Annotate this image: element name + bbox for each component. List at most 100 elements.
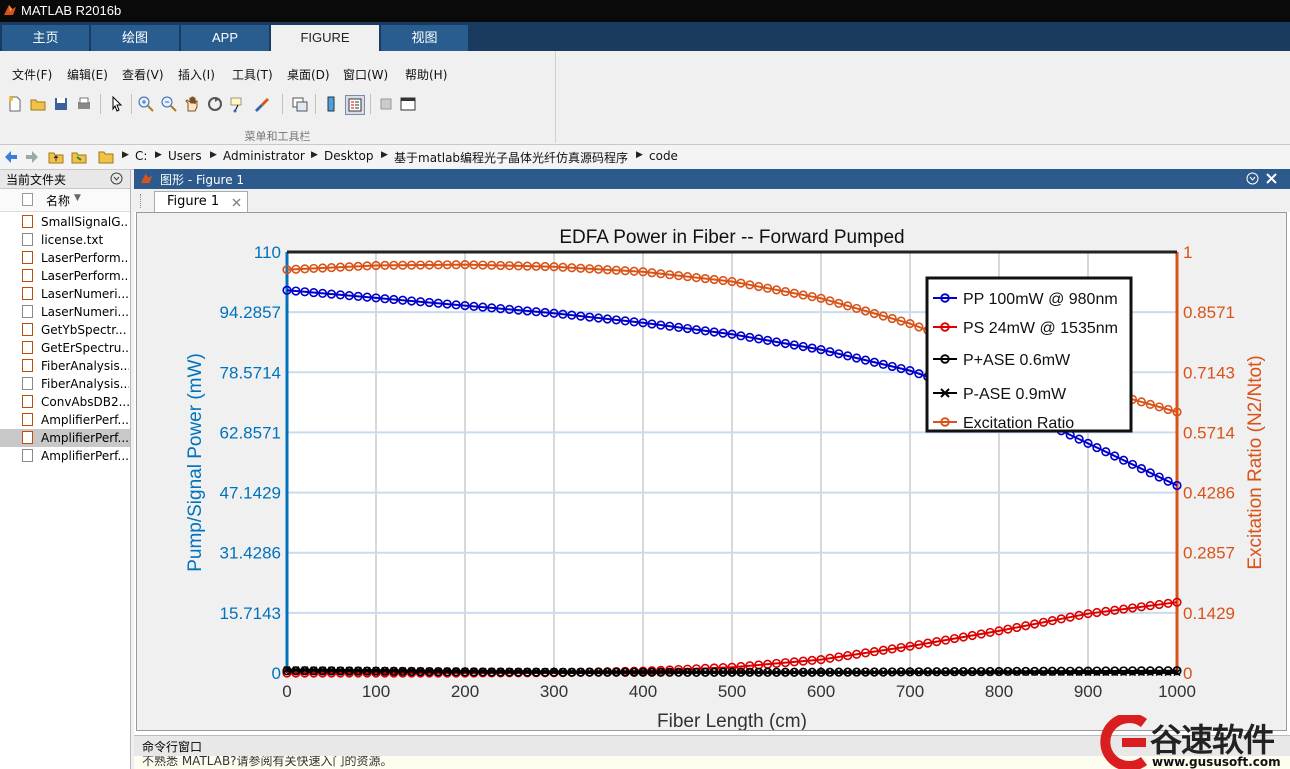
current-folder-panel: 当前文件夹 名称 ▼ SmallSignalG... license.txt Las… <box>0 170 131 769</box>
x-tick-label: 300 <box>540 682 568 701</box>
file-row[interactable]: AmplifierPerf... <box>0 411 130 429</box>
panel-menu-icon[interactable] <box>1246 172 1259 185</box>
breadcrumb-drive[interactable]: C: <box>135 149 147 163</box>
legend-entry-label: PS 24mW @ 1535nm <box>963 320 1118 337</box>
y-right-tick-label: 1 <box>1183 243 1192 262</box>
file-row[interactable]: FiberAnalysis.... <box>0 357 130 375</box>
x-tick-label: 700 <box>896 682 924 701</box>
y-tick-label: 62.8571 <box>220 423 281 442</box>
x-tick-label: 1000 <box>1158 682 1196 701</box>
file-row[interactable]: GetYbSpectr... <box>0 321 130 339</box>
tab-close-icon[interactable] <box>232 198 241 207</box>
matlab-file-icon <box>22 323 33 336</box>
forward-arrow-icon[interactable] <box>24 149 40 165</box>
menu-edit[interactable]: 编辑(E) <box>67 66 108 83</box>
new-file-icon[interactable] <box>6 95 24 113</box>
zoom-out-icon[interactable] <box>160 95 178 113</box>
data-cursor-icon[interactable] <box>229 95 247 113</box>
breadcrumb-users[interactable]: Users <box>168 149 202 163</box>
file-name: FiberAnalysis.... <box>41 359 129 373</box>
file-row[interactable]: LaserPerform... <box>0 249 130 267</box>
x-tick-label: 800 <box>985 682 1013 701</box>
tab-plots[interactable]: 绘图 <box>91 25 179 51</box>
y-right-tick-label: 0.5714 <box>1183 423 1235 442</box>
file-row[interactable]: LaserPerform... <box>0 267 130 285</box>
rotate-icon[interactable] <box>206 95 224 113</box>
file-name: AmplifierPerf... <box>41 413 129 427</box>
panel-menu-icon[interactable] <box>110 172 123 185</box>
menu-tools[interactable]: 工具(T) <box>232 66 273 83</box>
y-tick-label: 78.5714 <box>220 363 281 382</box>
address-bar: ▶ C: ▶ Users ▶ Administrator ▶ Desktop ▶… <box>0 145 1290 170</box>
zoom-in-icon[interactable] <box>137 95 155 113</box>
print-icon[interactable] <box>75 95 93 113</box>
y-right-axis-label: Excitation Ratio (N2/Ntot) <box>1245 355 1266 569</box>
matlab-file-icon <box>22 359 33 372</box>
file-row[interactable]: LaserNumeri... <box>0 303 130 321</box>
y-tick-label: 110 <box>254 243 281 262</box>
file-name: SmallSignalG... <box>41 215 129 229</box>
breadcrumb-project[interactable]: 基于matlab编程光子晶体光纤仿真源码程序 <box>394 149 628 166</box>
save-icon[interactable] <box>52 95 70 113</box>
menu-window[interactable]: 窗口(W) <box>343 66 388 83</box>
y-axis-label: Pump/Signal Power (mW) <box>185 353 206 572</box>
pointer-icon[interactable] <box>108 95 126 113</box>
file-row[interactable]: license.txt <box>0 231 130 249</box>
link-icon[interactable] <box>291 95 309 113</box>
x-tick-label: 200 <box>451 682 479 701</box>
edfa-chart[interactable]: 0 100 200 300 400 500 600 700 800 900 1000015.7143… <box>137 213 1286 732</box>
file-row[interactable]: LaserNumeri... <box>0 285 130 303</box>
menu-toolbar-group: 文件(F) 编辑(E) 查看(V) 插入(I) 工具(T) 桌面(D) 窗口(W… <box>0 51 556 143</box>
watermark-url: www.gususoft.com <box>1152 755 1281 769</box>
hide-tools-icon[interactable] <box>377 95 395 113</box>
y-tick-label: 15.7143 <box>220 604 281 623</box>
y-right-tick-label: 0.1429 <box>1183 604 1235 623</box>
brush-icon[interactable] <box>252 95 270 113</box>
menu-desktop[interactable]: 桌面(D) <box>287 66 330 83</box>
file-row[interactable]: ConvAbsDB2... <box>0 393 130 411</box>
y-right-tick-label: 0 <box>1183 664 1192 683</box>
text-file-icon <box>22 377 33 390</box>
pan-icon[interactable] <box>183 95 201 113</box>
file-name: GetYbSpectr... <box>41 323 127 337</box>
back-arrow-icon[interactable] <box>3 149 19 165</box>
file-row[interactable]: SmallSignalG... <box>0 213 130 231</box>
file-row[interactable]: GetErSpectru... <box>0 339 130 357</box>
colorbar-icon[interactable] <box>322 95 340 113</box>
matlab-logo-icon <box>4 5 16 15</box>
y-right-tick-label: 0.7143 <box>1183 363 1235 382</box>
file-name: LaserNumeri... <box>41 287 129 301</box>
menu-file[interactable]: 文件(F) <box>12 66 52 83</box>
file-name: FiberAnalysis.... <box>41 377 129 391</box>
ribbon-tab-bar: 主页 绘图 APP FIGURE 视图 <box>0 22 1290 51</box>
menu-view[interactable]: 查看(V) <box>122 66 164 83</box>
menu-help[interactable]: 帮助(H) <box>405 66 447 83</box>
browse-folder-icon[interactable] <box>71 149 87 165</box>
breadcrumb-code[interactable]: code <box>649 149 678 163</box>
file-row[interactable]: FiberAnalysis.... <box>0 375 130 393</box>
command-window-message: 不熟悉 MATLAB?请参阅有关快速入门的资源。 <box>142 756 393 768</box>
file-name: AmplifierPerf... <box>41 431 129 445</box>
x-axis-label: Fiber Length (cm) <box>657 711 807 730</box>
close-icon[interactable] <box>1266 173 1277 184</box>
breadcrumb-administrator[interactable]: Administrator <box>223 149 305 163</box>
open-folder-icon[interactable] <box>29 95 47 113</box>
file-row[interactable]: AmplifierPerf... <box>0 447 130 465</box>
file-list-header[interactable]: 名称 ▼ <box>0 189 130 212</box>
file-name: AmplifierPerf... <box>41 449 129 463</box>
tab-home[interactable]: 主页 <box>2 25 89 51</box>
up-folder-icon[interactable] <box>48 149 64 165</box>
tab-figure-1[interactable]: Figure 1 <box>154 191 248 213</box>
toolbar-group-label: 菜单和工具栏 <box>244 130 311 143</box>
matlab-file-icon <box>22 413 33 426</box>
file-name: LaserPerform... <box>41 251 129 265</box>
tab-view[interactable]: 视图 <box>381 25 468 51</box>
figure-tab-bar: Figure 1 <box>134 189 1290 213</box>
file-row[interactable]: AmplifierPerf... <box>0 429 130 447</box>
legend-icon[interactable] <box>345 95 365 115</box>
breadcrumb-desktop[interactable]: Desktop <box>324 149 374 163</box>
tab-figure[interactable]: FIGURE <box>271 25 379 51</box>
dock-icon[interactable] <box>399 95 417 113</box>
tab-apps[interactable]: APP <box>181 25 269 51</box>
menu-insert[interactable]: 插入(I) <box>178 66 215 83</box>
